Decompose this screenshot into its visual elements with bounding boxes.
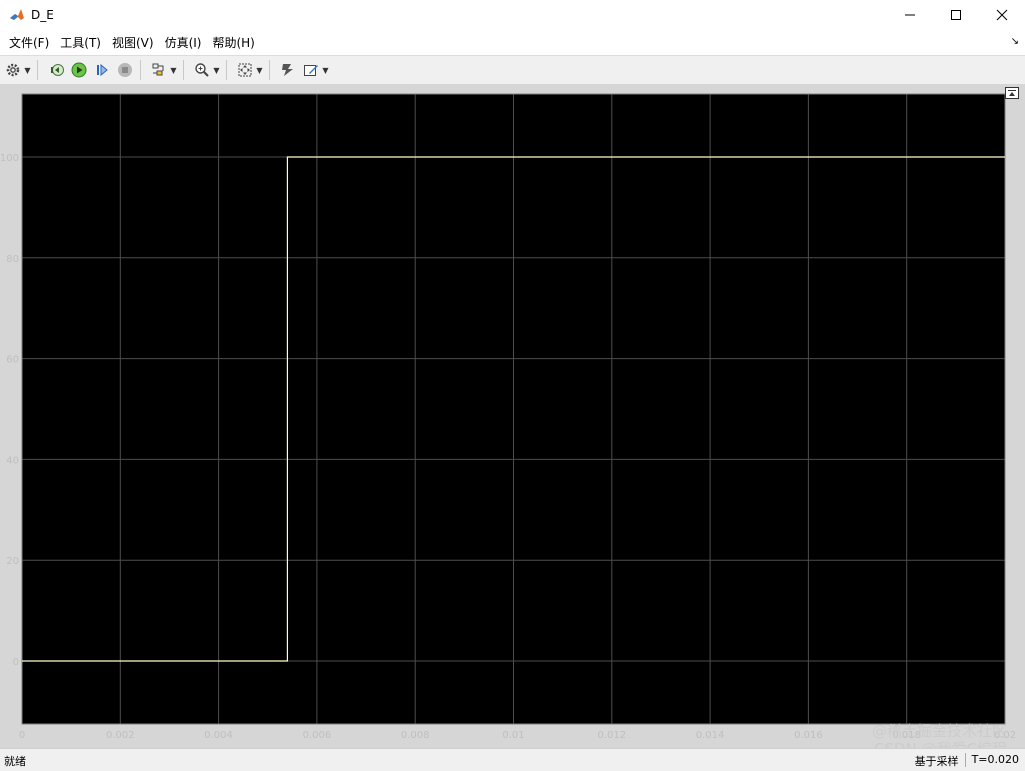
x-tick-label: 0.004 [204, 730, 233, 741]
y-tick-label: 20 [6, 556, 19, 567]
step-forward-button[interactable] [92, 60, 112, 80]
window-controls [887, 0, 1025, 30]
close-button[interactable] [979, 0, 1025, 30]
toolbar-separator [183, 60, 184, 80]
y-tick-label: 40 [6, 455, 19, 466]
scope-plot-area: 0 0.002 0.004 0.006 0.008 0.01 0.012 0.014 0.016… [0, 84, 1025, 748]
settings-icon [6, 63, 20, 77]
toolbar-separator [140, 60, 141, 80]
x-tick-label: 0.006 [303, 730, 332, 741]
signal-selector-icon [152, 63, 164, 76]
sample-mode-label: 基于采样 [914, 755, 959, 768]
toolbar: ▼ ▼ ▼ ▼ ▼ [0, 55, 1025, 85]
status-right: 基于采样 T=0.020 [915, 753, 1019, 769]
style-icon [304, 65, 318, 76]
toolbar-separator [37, 60, 38, 80]
step-forward-icon [97, 63, 108, 77]
menu-expand-icon[interactable]: ↘ [1011, 36, 1019, 47]
x-tick-label: 0.016 [794, 730, 823, 741]
autoscale-button[interactable] [235, 60, 255, 80]
status-bar: 就绪 基于采样 T=0.020 [0, 748, 1025, 771]
window-title: D_E [31, 8, 54, 22]
menu-view[interactable]: 视图(V) [112, 34, 154, 51]
signal-selector-dropdown-icon[interactable]: ▼ [169, 60, 178, 80]
stop-button[interactable] [115, 60, 135, 80]
sim-time-label: T=0.020 [971, 753, 1019, 766]
title-bar: D_E [0, 0, 1025, 30]
highlight-block-button[interactable] [278, 60, 298, 80]
style-dropdown-icon[interactable]: ▼ [321, 60, 330, 80]
step-back-icon [51, 64, 64, 76]
undock-icon [1008, 90, 1016, 96]
menu-file[interactable]: 文件(F) [9, 34, 49, 51]
undock-button[interactable] [1005, 87, 1019, 99]
run-button[interactable] [69, 60, 89, 80]
status-separator [964, 753, 966, 767]
zoom-dropdown-icon[interactable]: ▼ [212, 60, 221, 80]
status-text: 就绪 [4, 755, 26, 768]
maximize-icon [951, 10, 961, 20]
x-tick-label: 0.012 [597, 730, 626, 741]
style-button[interactable] [301, 60, 321, 80]
zoom-icon [195, 63, 209, 77]
stop-icon [118, 63, 132, 77]
maximize-button[interactable] [933, 0, 979, 30]
x-tick-label: 0.008 [401, 730, 430, 741]
step-back-button[interactable] [46, 60, 66, 80]
y-tick-label: 60 [6, 355, 19, 366]
y-tick-label: 0 [13, 657, 19, 668]
menu-bar: 文件(F) 工具(T) 视图(V) 仿真(I) 帮助(H) ↘ [0, 30, 1025, 55]
matlab-logo-icon [9, 7, 25, 23]
toolbar-separator [226, 60, 227, 80]
menu-help[interactable]: 帮助(H) [212, 34, 254, 51]
menu-tools[interactable]: 工具(T) [60, 34, 101, 51]
highlight-block-icon [282, 64, 293, 76]
minimize-icon [905, 14, 915, 16]
scope-chart[interactable]: 0 0.002 0.004 0.006 0.008 0.01 0.012 0.014 0.016… [0, 84, 1025, 748]
y-tick-label: 80 [6, 254, 19, 265]
signal-selector-button[interactable] [149, 60, 169, 80]
close-icon [996, 9, 1008, 21]
minimize-button[interactable] [887, 0, 933, 30]
settings-button[interactable] [3, 60, 23, 80]
x-tick-label: 0 [19, 730, 25, 741]
settings-dropdown-icon[interactable]: ▼ [23, 60, 32, 80]
zoom-button[interactable] [192, 60, 212, 80]
x-tick-label: 0.002 [106, 730, 135, 741]
x-tick-label: 0.014 [696, 730, 725, 741]
toolbar-separator [269, 60, 270, 80]
watermark-line-1: @稀土掘金技术社区 [871, 722, 1007, 740]
run-icon [71, 62, 87, 78]
autoscale-icon [238, 63, 252, 77]
menu-simulation[interactable]: 仿真(I) [165, 34, 202, 51]
y-tick-label: 100 [0, 153, 19, 164]
autoscale-dropdown-icon[interactable]: ▼ [255, 60, 264, 80]
x-tick-label: 0.01 [502, 730, 524, 741]
